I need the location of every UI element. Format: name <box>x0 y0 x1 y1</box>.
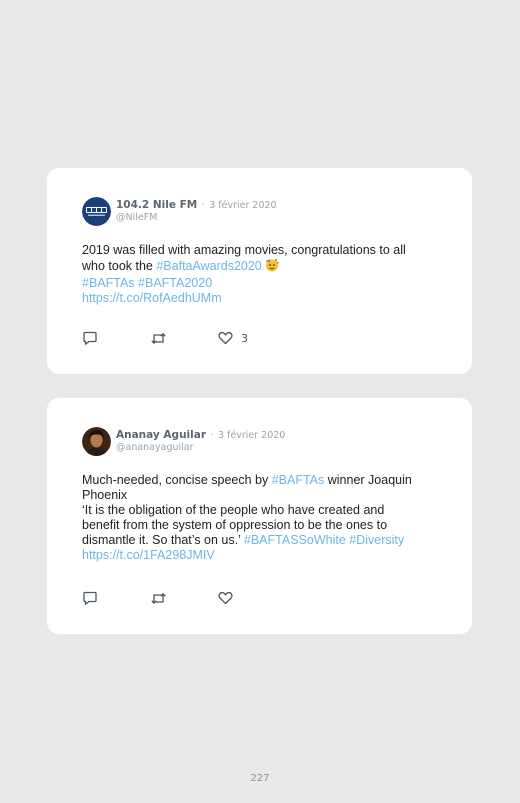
retweet-icon[interactable] <box>150 591 167 606</box>
hashtag-link[interactable]: #Diversity <box>349 533 404 547</box>
url-link[interactable]: https://t.co/RofAedhUMm <box>82 291 452 306</box>
hashtag-link[interactable]: #BAFTAs <box>272 473 325 487</box>
url-link[interactable]: https://t.co/1FA298JMIV <box>82 548 452 563</box>
text-line: Much-needed, concise speech by #BAFTAs w… <box>82 473 452 488</box>
text-fragment: winner Joaquin <box>324 473 412 487</box>
tweet-date[interactable]: 3 février 2020 <box>218 430 285 441</box>
tweet-card: Ananay Aguilar · 3 février 2020 @ananaya… <box>47 398 472 634</box>
separator: · <box>210 430 214 441</box>
author-info: Ananay Aguilar · 3 février 2020 @ananaya… <box>116 428 285 454</box>
heart-icon[interactable] <box>218 331 233 345</box>
text-line: who took the #BaftaAwards2020 <box>82 258 452 276</box>
text-fragment: who took the <box>82 259 157 273</box>
author-name[interactable]: 104.2 Nile FM <box>116 199 197 211</box>
text-line: dismantle it. So that’s on us.’ #BAFTASS… <box>82 533 452 548</box>
avatar[interactable] <box>82 427 111 456</box>
hashtag-link[interactable]: #BAFTA2020 <box>138 276 212 290</box>
hashtag-link[interactable]: #BaftaAwards2020 <box>156 259 261 273</box>
author-handle[interactable]: @NileFM <box>116 212 277 224</box>
like-count: 3 <box>241 331 248 345</box>
separator: · <box>201 200 205 211</box>
reply-icon[interactable] <box>82 331 98 346</box>
tweet-date[interactable]: 3 février 2020 <box>209 200 276 211</box>
profile-photo-icon <box>82 427 111 456</box>
tweet-actions: 3 <box>82 330 248 346</box>
tweet-card: 104.2 Nile FM · 3 février 2020 @NileFM 2… <box>47 168 472 374</box>
tweet-header: Ananay Aguilar · 3 février 2020 @ananaya… <box>82 427 285 456</box>
text-line: benefit from the system of oppression to… <box>82 518 388 532</box>
text-line: #BAFTAs #BAFTA2020 <box>82 276 452 291</box>
tweet-text: 2019 was filled with amazing movies, con… <box>82 243 452 306</box>
hashtag-link[interactable]: #BAFTASSoWhite <box>244 533 346 547</box>
author-handle[interactable]: @ananayaguilar <box>116 442 285 454</box>
text-fragment: Much-needed, concise speech by <box>82 473 272 487</box>
retweet-icon[interactable] <box>150 331 167 346</box>
author-name[interactable]: Ananay Aguilar <box>116 429 206 441</box>
tweet-header: 104.2 Nile FM · 3 février 2020 @NileFM <box>82 197 277 226</box>
avatar[interactable] <box>82 197 111 226</box>
text-line: 2019 was filled with amazing movies, con… <box>82 243 406 257</box>
tweet-text: Much-needed, concise speech by #BAFTAs w… <box>82 473 452 563</box>
text-fragment: dismantle it. So that’s on us.’ <box>82 533 244 547</box>
tweet-actions <box>82 590 233 606</box>
text-line: ‘It is the obligation of the people who … <box>82 503 385 517</box>
page-number: 227 <box>250 773 270 784</box>
party-face-emoji-icon <box>265 258 279 276</box>
nile-fm-logo-icon <box>82 197 111 226</box>
hashtag-link[interactable]: #BAFTAs <box>82 276 135 290</box>
reply-icon[interactable] <box>82 591 98 606</box>
heart-icon[interactable] <box>218 591 233 605</box>
author-info: 104.2 Nile FM · 3 février 2020 @NileFM <box>116 198 277 224</box>
text-line: Phoenix <box>82 488 128 502</box>
